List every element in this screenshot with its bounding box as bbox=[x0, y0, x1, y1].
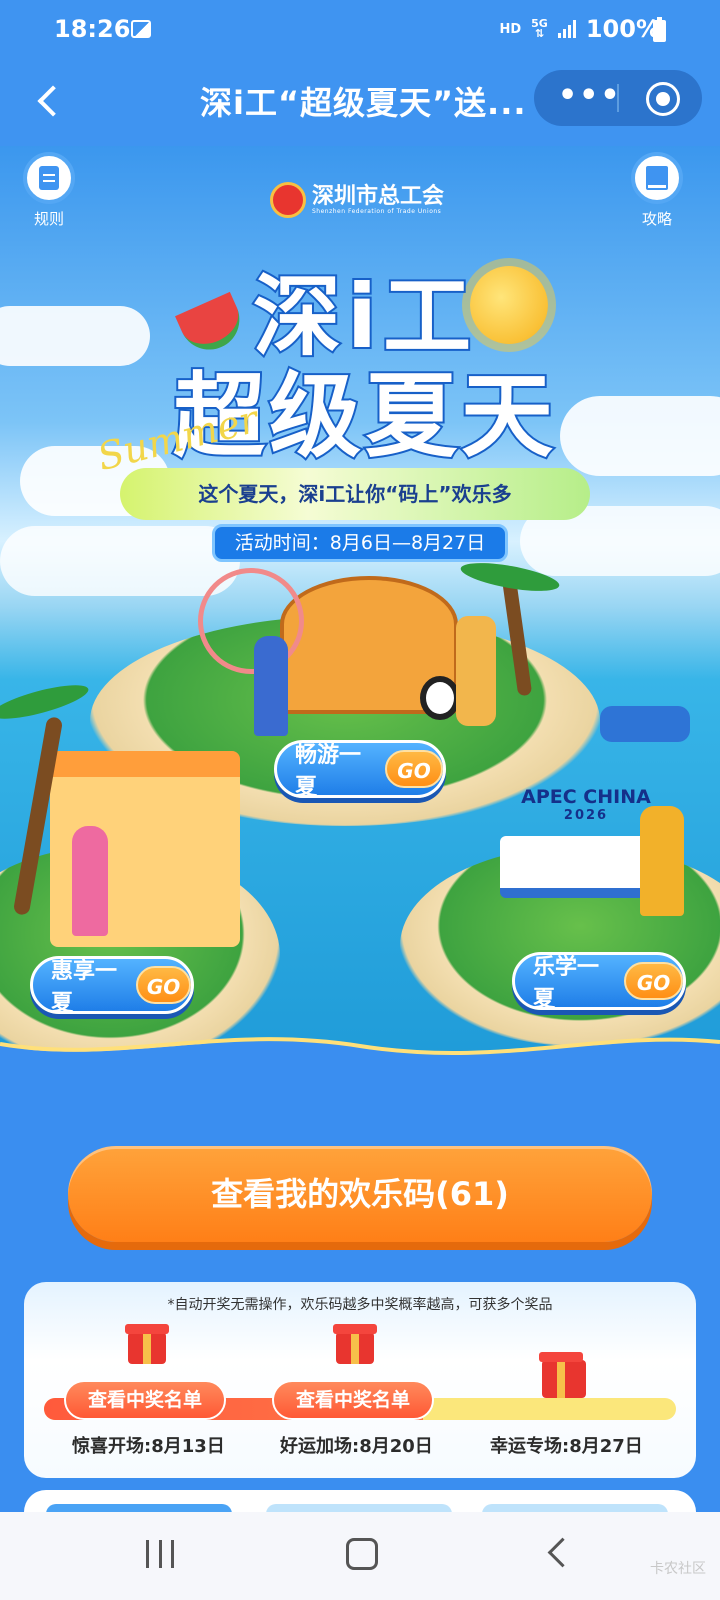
go-button-travel[interactable]: 畅游一夏 GO bbox=[274, 740, 446, 800]
go-badge: GO bbox=[624, 962, 683, 1000]
watermark: 卡农社区 bbox=[650, 1561, 706, 1577]
stage-label-2: 好运加场:8月20日 bbox=[280, 1436, 433, 1457]
status-bar: 18:26 HD 5G ⇅ 100% bbox=[0, 0, 720, 62]
go-badge: GO bbox=[136, 966, 191, 1004]
gift-icon bbox=[539, 1352, 586, 1398]
shopper-figure bbox=[72, 826, 108, 936]
mini-program-nav: 深i工“超级夏天”送... ••• bbox=[0, 62, 720, 146]
prize-draw-card: *自动开奖无需操作，欢乐码越多中奖概率越高，可获多个奖品 查看中奖名单 查看中奖… bbox=[24, 1282, 696, 1478]
draw-note: *自动开奖无需操作，欢乐码越多中奖概率越高，可获多个奖品 bbox=[167, 1297, 553, 1313]
logo-text-cn: 深圳市总工会 bbox=[312, 183, 445, 209]
ferris-wheel bbox=[198, 568, 304, 674]
go-badge: GO bbox=[384, 750, 443, 788]
network-type: 5G bbox=[531, 17, 548, 30]
stage-label-1: 惊喜开场:8月13日 bbox=[72, 1436, 225, 1457]
battery-icon bbox=[653, 17, 666, 42]
home-button[interactable] bbox=[346, 1538, 378, 1570]
apec-year: 2026 bbox=[563, 808, 609, 823]
system-back-button[interactable] bbox=[547, 1537, 578, 1568]
rules-label: 规则 bbox=[33, 210, 64, 228]
back-button[interactable] bbox=[30, 80, 74, 124]
logo-text-en: Shenzhen Federation of Trade Unions bbox=[312, 207, 442, 215]
gift-icon bbox=[333, 1324, 377, 1364]
palm-leaf bbox=[0, 678, 92, 726]
book-stack bbox=[500, 836, 650, 898]
union-logo: 深圳市总工会 Shenzhen Federation of Trade Unio… bbox=[270, 182, 444, 218]
recent-apps-button[interactable] bbox=[146, 1540, 174, 1568]
go-button-learning[interactable]: 乐学一夏 GO bbox=[512, 952, 686, 1012]
event-period: 活动时间：8月6日—8月27日 bbox=[212, 524, 508, 562]
ship-icon bbox=[600, 706, 690, 742]
rules-icon bbox=[23, 152, 75, 204]
more-dots-icon[interactable]: ••• bbox=[558, 81, 622, 111]
network-indicator: 5G ⇅ bbox=[531, 17, 548, 40]
target-icon[interactable] bbox=[646, 82, 680, 116]
status-indicators: HD 5G ⇅ 100% bbox=[499, 15, 660, 43]
cloud bbox=[0, 526, 240, 596]
guide-book-icon bbox=[631, 152, 683, 204]
gallery-icon bbox=[131, 20, 151, 38]
apec-title: APEC CHINA bbox=[521, 786, 651, 808]
shore-wave bbox=[0, 1037, 720, 1066]
guide-label: 攻略 bbox=[641, 210, 672, 228]
union-emblem-icon bbox=[270, 182, 306, 218]
capsule-menu: ••• bbox=[534, 70, 702, 126]
view-winners-button-2[interactable]: 查看中奖名单 bbox=[272, 1380, 434, 1420]
worker-figure bbox=[254, 636, 288, 736]
slogan-banner: 这个夏天，深i工让你“码上”欢乐多 bbox=[120, 468, 590, 520]
page-title: 深i工“超级夏天”送... bbox=[200, 84, 527, 122]
view-winners-button-1[interactable]: 查看中奖名单 bbox=[64, 1380, 226, 1420]
panda-figure bbox=[420, 676, 460, 720]
go-button-shopping[interactable]: 惠享一夏 GO bbox=[30, 956, 194, 1016]
giraffe-figure bbox=[456, 616, 496, 726]
capsule-divider bbox=[617, 84, 619, 112]
go-label-learning: 乐学一夏 bbox=[533, 955, 600, 1012]
go-label-travel: 畅游一夏 bbox=[295, 743, 362, 800]
go-label-shopping: 惠享一夏 bbox=[51, 959, 118, 1016]
battery-percent: 100% bbox=[585, 15, 660, 43]
apec-badge: APEC CHINA 2026 bbox=[516, 786, 656, 823]
gift-icon bbox=[125, 1324, 169, 1364]
signal-icon bbox=[557, 20, 576, 38]
clock: 18:26 bbox=[54, 15, 131, 43]
hd-indicator: HD bbox=[499, 21, 522, 37]
stage-label-3: 幸运专场:8月27日 bbox=[490, 1436, 643, 1457]
hero-banner: 规则 攻略 深圳市总工会 Shenzhen Federation of Trad… bbox=[0, 146, 720, 1066]
system-nav-bar: 卡农社区 bbox=[0, 1512, 720, 1600]
view-my-codes-button[interactable]: 查看我的欢乐码(61) bbox=[68, 1146, 652, 1242]
guide-button[interactable]: 攻略 bbox=[612, 152, 702, 229]
rules-button[interactable]: 规则 bbox=[4, 152, 94, 229]
cloud bbox=[0, 306, 150, 366]
